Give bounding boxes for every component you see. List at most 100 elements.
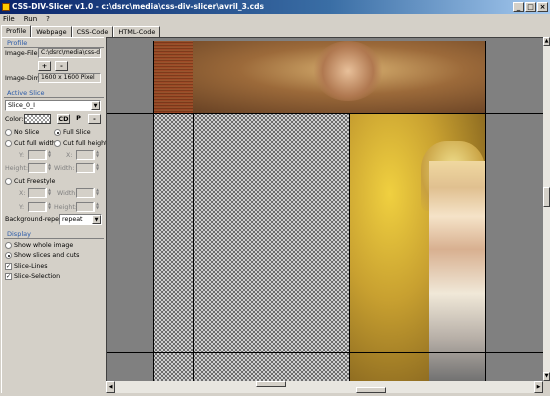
freestyle-width-spinner[interactable]: ▲ ▼ bbox=[94, 188, 100, 198]
image-file-field[interactable]: C:\dsrc\media\css-div- bbox=[38, 48, 101, 58]
slice-line-horizontal-bottom[interactable] bbox=[107, 352, 543, 353]
y-spinner[interactable]: ▲ ▼ bbox=[46, 150, 52, 160]
color-clear-button[interactable]: - bbox=[88, 114, 101, 124]
show-whole-image-radio[interactable] bbox=[5, 242, 12, 249]
color-label: Color: bbox=[5, 116, 24, 123]
image-face-overlay bbox=[313, 41, 383, 101]
slice-selection-label: Slice-Selection bbox=[14, 273, 61, 280]
no-slice-label: No Slice bbox=[14, 129, 40, 136]
cut-freestyle-label: Cut Freestyle bbox=[14, 178, 56, 185]
x-field[interactable] bbox=[76, 150, 94, 160]
bg-repeat-value: repeat bbox=[62, 216, 83, 223]
freestyle-x-field[interactable] bbox=[28, 188, 46, 198]
scroll-right-button[interactable]: ▶ bbox=[534, 381, 543, 393]
freestyle-x-spinner[interactable]: ▲ ▼ bbox=[46, 188, 52, 198]
tab-css-code[interactable]: CSS-Code bbox=[71, 26, 114, 37]
cut-full-width-label: Cut full width bbox=[14, 140, 56, 147]
chevron-down-icon[interactable]: ▼ bbox=[92, 215, 101, 224]
tab-webpage[interactable]: Webpage bbox=[31, 26, 72, 37]
transparent-slice bbox=[153, 113, 349, 381]
width-field[interactable] bbox=[76, 163, 94, 173]
show-whole-image-label: Show whole image bbox=[14, 242, 74, 249]
settings-panel: Profile Image-File: C:\dsrc\media\css-di… bbox=[1, 37, 108, 393]
color-cd-button[interactable]: CD bbox=[57, 114, 70, 124]
slice-lines-label: Slice-Lines bbox=[14, 263, 48, 270]
freestyle-width-label: Width: bbox=[57, 190, 78, 197]
freestyle-width-field[interactable] bbox=[76, 188, 94, 198]
remove-image-button[interactable]: - bbox=[55, 61, 68, 71]
width-label: Width: bbox=[54, 165, 75, 172]
no-slice-radio[interactable] bbox=[5, 129, 12, 136]
y-field[interactable] bbox=[28, 150, 46, 160]
freestyle-height-spinner[interactable]: ▲ ▼ bbox=[94, 202, 100, 212]
height-field[interactable] bbox=[28, 163, 46, 173]
image-preview bbox=[153, 41, 485, 381]
slice-lines-checkbox[interactable]: ✓ bbox=[5, 263, 12, 270]
image-dim-field: 1600 x 1600 Pixel bbox=[38, 73, 101, 83]
slice-line-vertical-left[interactable] bbox=[153, 41, 154, 381]
vertical-scroll-thumb[interactable] bbox=[543, 187, 550, 207]
color-swatch[interactable] bbox=[24, 114, 51, 124]
height-spinner[interactable]: ▲ ▼ bbox=[46, 163, 52, 173]
vertical-scrollbar[interactable]: ▲ ▼ bbox=[543, 37, 550, 381]
slice-line-vertical-right[interactable] bbox=[349, 113, 350, 381]
slice-line-horizontal-top[interactable] bbox=[107, 113, 543, 114]
freestyle-x-label: X: bbox=[19, 190, 26, 197]
app-icon bbox=[2, 3, 10, 11]
chevron-down-icon[interactable]: ▼ bbox=[91, 101, 100, 110]
minimize-button[interactable]: _ bbox=[513, 2, 524, 12]
slice-select-value: Slice_0_I bbox=[8, 102, 35, 109]
image-file-label: Image-File: bbox=[5, 50, 40, 57]
cut-full-width-radio[interactable] bbox=[5, 140, 12, 147]
slice-selection-checkbox[interactable]: ✓ bbox=[5, 273, 12, 280]
freestyle-y-label: Y: bbox=[19, 204, 25, 211]
horizontal-scrollbar[interactable]: ◀ ▶ bbox=[106, 381, 543, 393]
add-image-button[interactable]: + bbox=[38, 61, 51, 71]
cut-freestyle-radio[interactable] bbox=[5, 178, 12, 185]
height-label: Height: bbox=[5, 165, 28, 172]
image-person-region bbox=[429, 161, 485, 381]
scroll-down-button[interactable]: ▼ bbox=[543, 372, 550, 381]
window-title: CSS-DIV-Slicer v1.0 - c:\dsrc\media\css-… bbox=[12, 2, 264, 11]
cut-full-height-radio[interactable] bbox=[54, 140, 61, 147]
menu-bar: File Run ? bbox=[0, 14, 550, 25]
bg-repeat-select[interactable]: repeat ▼ bbox=[59, 214, 102, 225]
freestyle-y-spinner[interactable]: ▲ ▼ bbox=[46, 202, 52, 212]
slice-line-vertical-inner[interactable] bbox=[193, 113, 194, 381]
image-canvas[interactable] bbox=[106, 37, 543, 381]
tab-profile[interactable]: Profile bbox=[1, 25, 32, 37]
horizontal-scroll-thumb-top[interactable] bbox=[256, 381, 286, 387]
width-spinner[interactable]: ▲ ▼ bbox=[94, 163, 100, 173]
tab-strip: Profile Webpage CSS-Code HTML-Code bbox=[1, 25, 161, 37]
freestyle-height-field[interactable] bbox=[76, 202, 94, 212]
x-spinner[interactable]: ▲ ▼ bbox=[94, 150, 100, 160]
x-label: X: bbox=[66, 152, 73, 159]
window-controls: _ □ × bbox=[513, 2, 548, 12]
slice-select[interactable]: Slice_0_I ▼ bbox=[5, 100, 101, 111]
close-button[interactable]: × bbox=[537, 2, 548, 12]
show-slices-radio[interactable] bbox=[5, 252, 12, 259]
color-p-button[interactable]: P bbox=[72, 114, 85, 124]
slice-line-vertical-edge[interactable] bbox=[485, 41, 486, 381]
image-dim-label: Image-Dim: bbox=[5, 75, 42, 82]
full-slice-radio[interactable] bbox=[54, 129, 61, 136]
menu-run[interactable]: Run bbox=[24, 14, 37, 25]
tab-html-code[interactable]: HTML-Code bbox=[113, 26, 161, 37]
profile-section-header: Profile bbox=[4, 39, 104, 48]
maximize-button[interactable]: □ bbox=[525, 2, 536, 12]
display-section-header: Display bbox=[4, 230, 104, 239]
full-slice-label: Full Slice bbox=[63, 129, 91, 136]
scroll-up-button[interactable]: ▲ bbox=[543, 37, 550, 46]
menu-help[interactable]: ? bbox=[46, 14, 50, 25]
freestyle-y-field[interactable] bbox=[28, 202, 46, 212]
menu-file[interactable]: File bbox=[3, 14, 15, 25]
title-bar: CSS-DIV-Slicer v1.0 - c:\dsrc\media\css-… bbox=[0, 0, 550, 14]
freestyle-height-label: Height: bbox=[54, 204, 77, 211]
active-slice-section-header: Active Slice bbox=[4, 89, 104, 98]
image-streaks bbox=[153, 41, 193, 113]
horizontal-scroll-thumb-bottom[interactable] bbox=[356, 387, 386, 393]
scroll-left-button[interactable]: ◀ bbox=[106, 381, 115, 393]
show-slices-label: Show slices and cuts bbox=[14, 252, 80, 259]
cut-full-height-label: Cut full height bbox=[63, 140, 108, 147]
y-label: Y: bbox=[19, 152, 25, 159]
